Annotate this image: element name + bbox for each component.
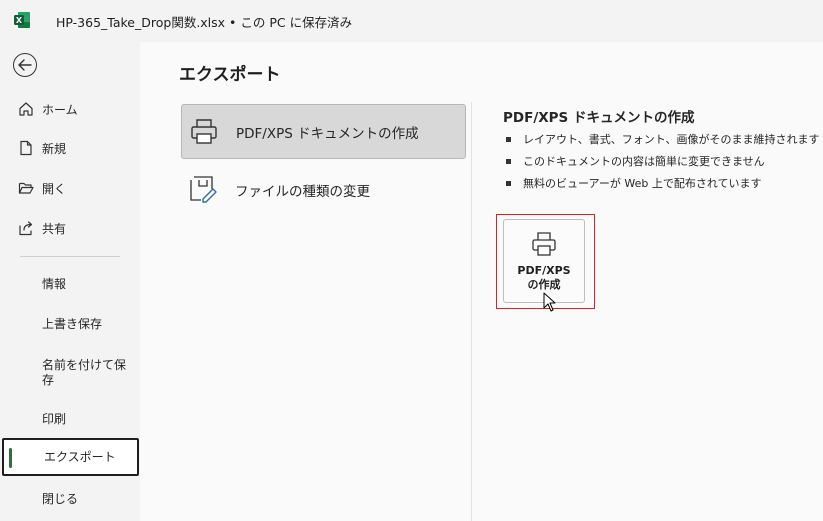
nav-new[interactable]: 新規 [0, 129, 140, 167]
nav-info[interactable]: 情報 [0, 265, 140, 303]
page-title: エクスポート [179, 65, 281, 85]
nav-new-label: 新規 [42, 141, 67, 156]
nav-divider [20, 256, 120, 257]
nav-home-label: ホーム [42, 102, 78, 117]
nav-export-label: エクスポート [44, 449, 116, 464]
bullet-item: 無料のビューアーが Web 上で配布されています [506, 172, 820, 194]
mouse-cursor-icon [543, 292, 556, 312]
nav-share[interactable]: 共有 [0, 209, 140, 247]
option-create-pdf-xps-label: PDF/XPS ドキュメントの作成 [236, 125, 419, 142]
svg-text:X: X [16, 16, 23, 25]
nav-info-label: 情報 [42, 276, 67, 291]
nav-save-as[interactable]: 名前を付けて保存 [0, 353, 140, 393]
nav-close[interactable]: 閉じる [0, 480, 140, 518]
detail-bullets: レイアウト、書式、フォント、画像がそのまま維持されます このドキュメントの内容は… [506, 128, 820, 194]
nav-save-label: 上書き保存 [42, 316, 103, 331]
home-icon [19, 102, 33, 116]
back-button[interactable] [13, 53, 37, 77]
nav-close-label: 閉じる [42, 491, 79, 506]
option-change-file-type[interactable]: ファイルの種類の変更 [181, 162, 466, 217]
printer-icon [532, 232, 556, 256]
backstage-nav: ホーム 新規 開く 共有 情報 上書き保存 名前を付けて保存 印刷 エクスポート… [0, 42, 140, 521]
window-title: HP-365_Take_Drop関数.xlsx • この PC に保存済み [56, 15, 353, 30]
excel-app-icon: X [14, 12, 30, 28]
nav-save-as-label: 名前を付けて保存 [42, 358, 127, 387]
create-pdf-xps-button[interactable]: PDF/XPS の作成 [503, 219, 585, 303]
create-button-line2: の作成 [527, 278, 561, 291]
option-change-file-type-label: ファイルの種類の変更 [235, 183, 370, 200]
printer-document-icon [191, 118, 217, 144]
new-document-icon [20, 140, 32, 156]
nav-save[interactable]: 上書き保存 [0, 305, 140, 343]
option-create-pdf-xps[interactable]: PDF/XPS ドキュメントの作成 [181, 104, 466, 159]
nav-open[interactable]: 開く [0, 169, 140, 207]
nav-open-label: 開く [42, 181, 67, 196]
nav-print-label: 印刷 [42, 411, 67, 426]
nav-export[interactable]: エクスポート [2, 438, 139, 476]
nav-share-label: 共有 [42, 221, 67, 236]
back-arrow-icon [18, 59, 32, 71]
create-button-line1: PDF/XPS [517, 264, 571, 277]
share-icon [19, 221, 33, 236]
pane-divider [471, 102, 472, 521]
nav-print[interactable]: 印刷 [0, 400, 140, 438]
bullet-item: このドキュメントの内容は簡単に変更できません [506, 150, 820, 172]
bullet-item: レイアウト、書式、フォント、画像がそのまま維持されます [506, 128, 820, 150]
change-file-type-icon [190, 175, 217, 203]
nav-home[interactable]: ホーム [0, 90, 140, 128]
detail-title: PDF/XPS ドキュメントの作成 [503, 110, 695, 126]
title-bar: X HP-365_Take_Drop関数.xlsx • この PC に保存済み [0, 0, 823, 42]
export-pane: エクスポート PDF/XPS ドキュメントの作成 ファイルの種類の変更 PDF/… [140, 42, 823, 521]
open-folder-icon [18, 182, 34, 194]
